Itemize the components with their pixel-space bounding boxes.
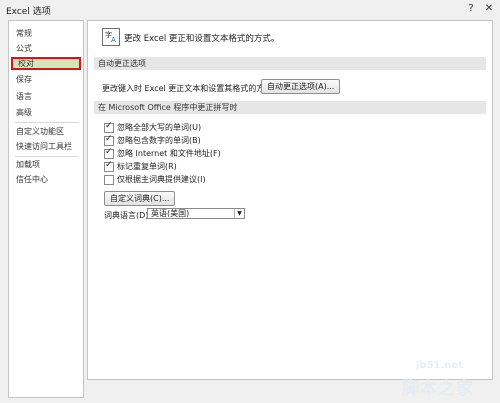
watermark-text: 脚本之家 <box>402 379 474 399</box>
checkbox-box[interactable] <box>104 147 114 159</box>
custom-dictionaries-button[interactable]: 自定义词典(C)... <box>104 191 176 206</box>
dictionary-language-select[interactable]: 英语(美国) ▼ <box>147 208 245 219</box>
checkbox-box[interactable] <box>104 175 114 185</box>
section-autocorrect-options: 自动更正选项 <box>94 57 486 70</box>
window-title: Excel 选项 <box>6 7 51 17</box>
checkbox-box[interactable] <box>104 134 114 146</box>
title-bar: Excel 选项 ? ✕ <box>0 0 500 18</box>
proofing-abc-icon: 字 A <box>102 28 120 46</box>
sidebar-item-trust-center[interactable]: 信任中心 <box>11 173 81 186</box>
sidebar-item-proofing[interactable]: 校对 <box>11 57 81 70</box>
sidebar-item-general[interactable]: 常规 <box>11 27 81 40</box>
sidebar-item-customize-ribbon[interactable]: 自定义功能区 <box>11 125 81 138</box>
excel-options-dialog: Excel 选项 ? ✕ 常规 公式 校对 保存 语言 高级 自定义功能区 快速… <box>0 0 500 403</box>
autocorrect-options-button[interactable]: 自动更正选项(A)... <box>261 79 341 94</box>
panel-description: 更改 Excel 更正和设置文本格式的方式。 <box>124 34 280 44</box>
watermark: jb51.net 脚本之家 <box>384 358 496 400</box>
close-icon[interactable]: ✕ <box>480 1 498 16</box>
sidebar-item-formulas[interactable]: 公式 <box>11 42 81 55</box>
sidebar-item-advanced[interactable]: 高级 <box>11 106 81 119</box>
sidebar-item-save[interactable]: 保存 <box>11 73 81 86</box>
checkbox-box[interactable] <box>104 160 114 172</box>
watermark-url: jb51.net <box>416 360 463 371</box>
sidebar-item-quick-access-toolbar[interactable]: 快速访问工具栏 <box>11 140 81 153</box>
dictionary-language-label: 词典语言(D): <box>104 211 152 220</box>
section-spelling: 在 Microsoft Office 程序中更正拼写时 <box>94 101 486 114</box>
checkbox-box[interactable] <box>104 121 114 133</box>
sidebar-item-language[interactable]: 语言 <box>11 90 81 103</box>
proofing-panel: 字 A 更改 Excel 更正和设置文本格式的方式。 自动更正选项 更改键入时 … <box>87 20 493 380</box>
help-icon[interactable]: ? <box>462 1 480 16</box>
autocorrect-label: 更改键入时 Excel 更正文本和设置其格式的方式: <box>102 84 275 93</box>
chevron-down-icon[interactable]: ▼ <box>234 209 244 218</box>
sidebar-divider <box>15 122 79 123</box>
options-sidebar: 常规 公式 校对 保存 语言 高级 自定义功能区 快速访问工具栏 加载项 信任中… <box>8 20 84 398</box>
sidebar-divider <box>15 156 79 157</box>
sidebar-item-addins[interactable]: 加载项 <box>11 158 81 171</box>
